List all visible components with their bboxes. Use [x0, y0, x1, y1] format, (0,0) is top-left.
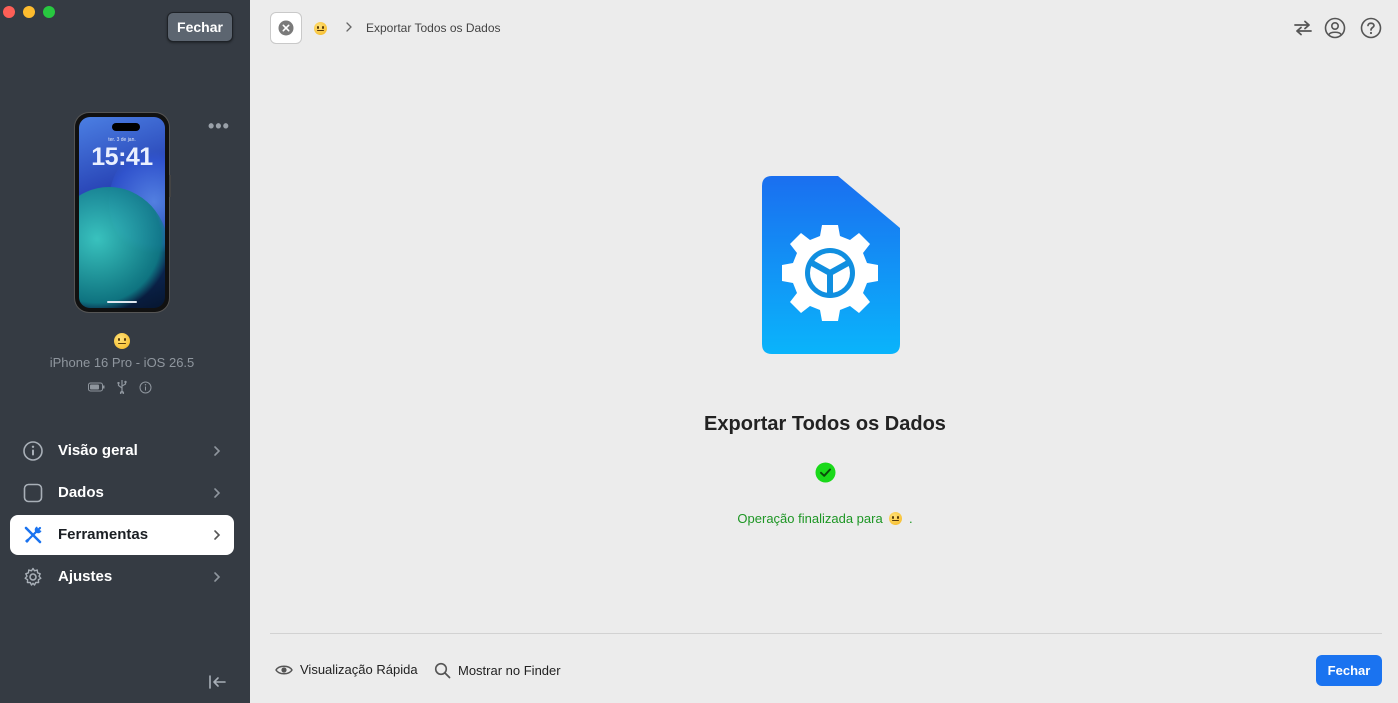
help-icon[interactable]: [1360, 17, 1382, 39]
account-icon[interactable]: [1324, 17, 1346, 39]
sidebar-item-visao-geral[interactable]: Visão geral: [10, 431, 234, 471]
chevron-right-icon: [214, 446, 221, 456]
device-image: ter. 3 de jan. 15:41: [75, 113, 169, 312]
sidebar-item-label: Ajustes: [58, 568, 113, 585]
info-icon: [23, 441, 43, 461]
sidebar-item-dados[interactable]: Dados: [10, 473, 234, 513]
sidebar-item-label: Ferramentas: [58, 526, 149, 543]
status-message: Operação finalizada para .: [600, 511, 1050, 526]
sidebar-item-label: Visão geral: [58, 442, 138, 459]
close-circle-icon: [278, 20, 294, 36]
status-suffix: .: [908, 511, 913, 526]
device-screen: ter. 3 de jan. 15:41: [79, 117, 165, 308]
device-more-button[interactable]: •••: [208, 116, 230, 137]
chevron-right-icon: [214, 530, 221, 540]
tools-icon: [24, 526, 42, 544]
collapse-sidebar-icon[interactable]: [208, 674, 228, 690]
eye-icon: [275, 665, 293, 674]
window-minimize-button[interactable]: [23, 6, 35, 18]
battery-icon: [88, 382, 105, 392]
gear-icon: [24, 567, 42, 586]
quick-look-label: Visualização Rápida: [300, 662, 418, 677]
sidebar-close-button[interactable]: Fechar: [167, 12, 233, 42]
show-in-finder-button[interactable]: Mostrar no Finder: [434, 662, 561, 679]
chevron-right-icon: [346, 22, 352, 32]
export-file-gear-icon: [762, 176, 900, 354]
window-zoom-button[interactable]: [43, 6, 55, 18]
sidebar-item-label: Dados: [58, 484, 104, 501]
device-emoji-icon: [0, 332, 244, 350]
close-button[interactable]: Fechar: [1316, 655, 1382, 686]
sidebar-item-ajustes[interactable]: Ajustes: [10, 557, 234, 597]
success-check-icon: [815, 462, 836, 483]
square-icon: [23, 483, 43, 503]
status-text: Operação finalizada para: [737, 511, 883, 526]
footer-divider: [270, 633, 1382, 634]
device-emoji-icon: [314, 20, 327, 38]
chevron-right-icon: [214, 572, 221, 582]
show-in-finder-label: Mostrar no Finder: [458, 663, 561, 678]
sidebar: Fechar ter. 3 de jan. 15:41 ••• iPhone 1…: [0, 0, 250, 703]
usb-icon: [117, 380, 127, 394]
window-close-button[interactable]: [3, 6, 15, 18]
info-small-icon[interactable]: [139, 381, 152, 394]
breadcrumb: Exportar Todos os Dados: [366, 21, 501, 35]
device-emoji-icon: [889, 512, 903, 525]
sidebar-item-ferramentas[interactable]: Ferramentas: [10, 515, 234, 555]
lockscreen-time: 15:41: [91, 143, 153, 171]
quick-look-button[interactable]: Visualização Rápida: [275, 662, 418, 677]
search-icon: [434, 662, 451, 679]
chevron-right-icon: [214, 488, 221, 498]
page-title: Exportar Todos os Dados: [704, 413, 946, 435]
cancel-button[interactable]: [270, 12, 302, 44]
device-status-icons: [88, 380, 152, 394]
device-name: iPhone 16 Pro - iOS 26.5: [49, 355, 195, 370]
transfer-arrows-icon[interactable]: [1292, 17, 1314, 39]
